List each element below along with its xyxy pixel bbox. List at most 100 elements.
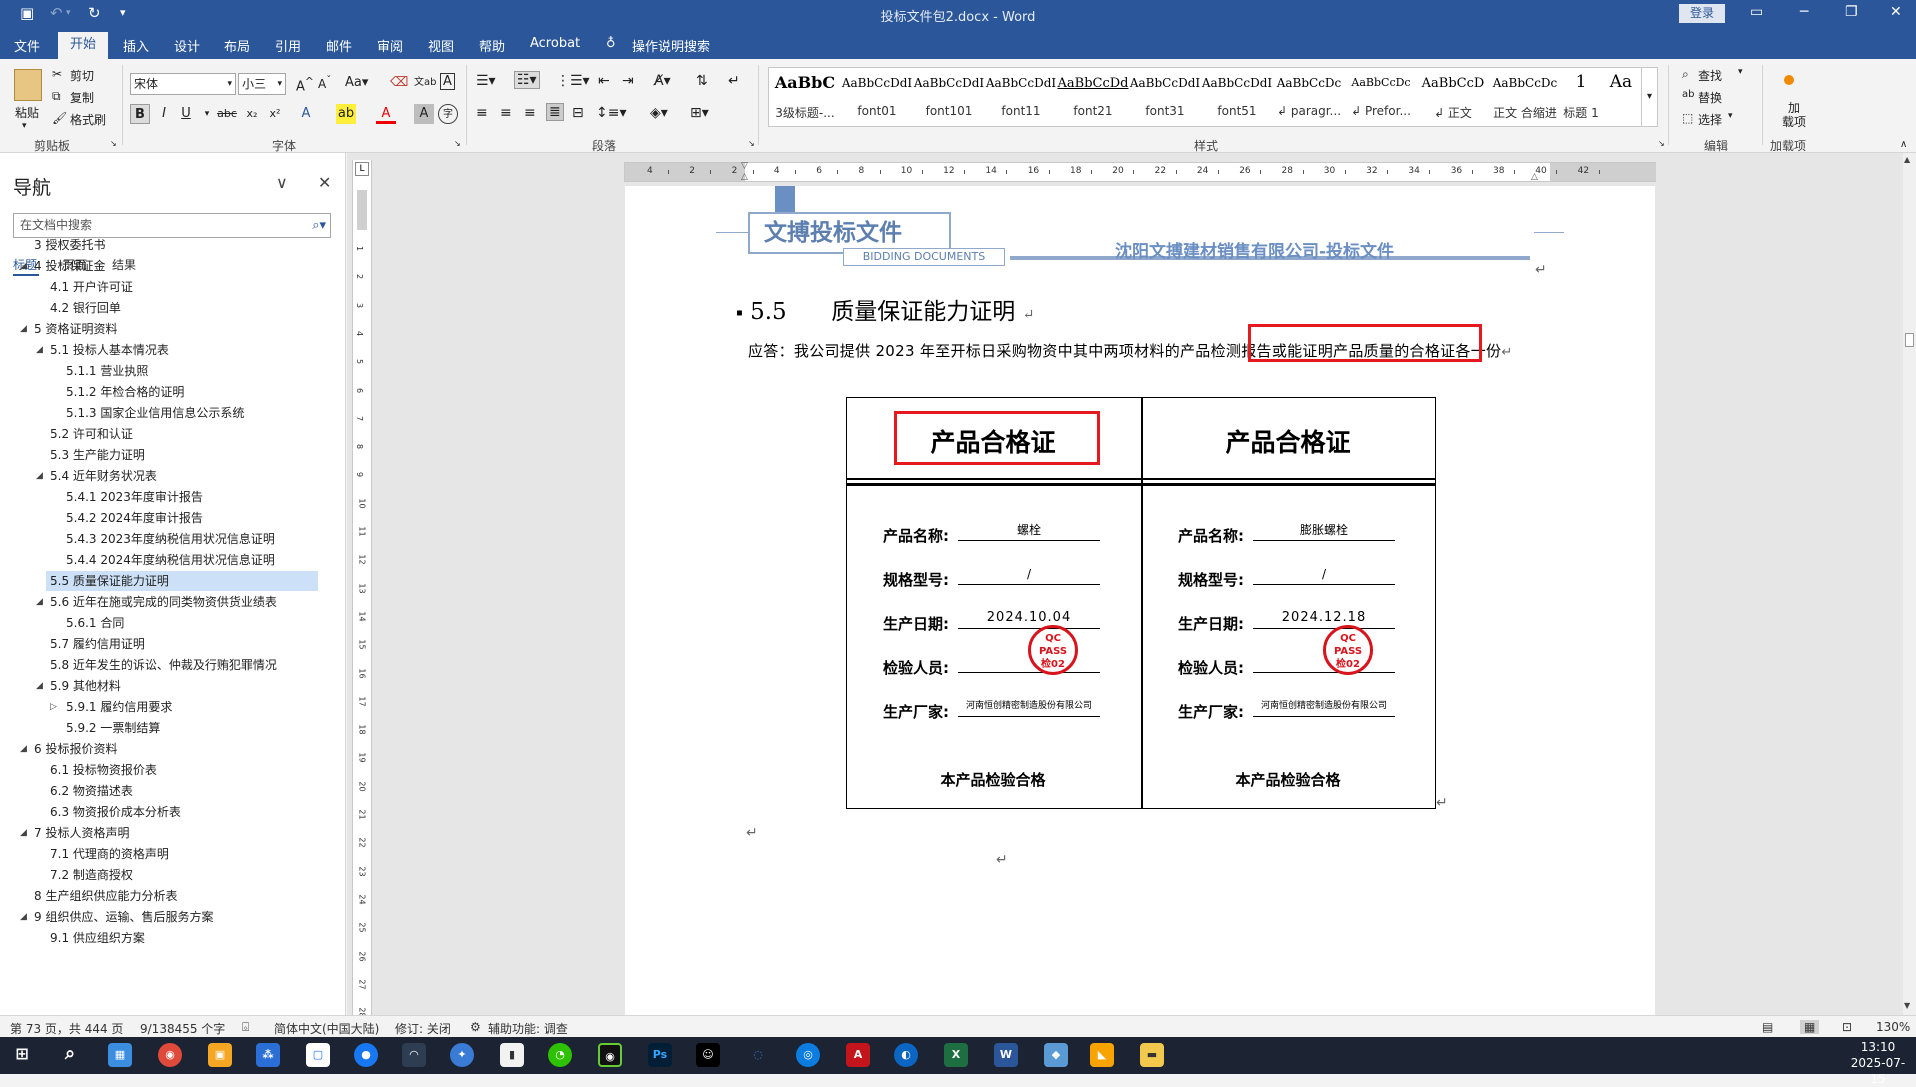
shading-icon[interactable]: ◈▾: [650, 105, 668, 121]
nav-item[interactable]: ◢ 5.6 近年在施或完成的同类物资供货业绩表: [0, 592, 330, 612]
style-item[interactable]: 1 标题 1: [1561, 68, 1601, 126]
align-center-icon[interactable]: ≡: [500, 105, 512, 121]
char-shading-icon[interactable]: A: [414, 104, 434, 124]
bold-button[interactable]: B: [130, 104, 150, 124]
zoom-level[interactable]: 130%: [1876, 1020, 1910, 1034]
line-spacing-icon[interactable]: ↕≡▾: [596, 105, 627, 121]
wechat-icon[interactable]: ◔: [548, 1043, 572, 1067]
section-heading[interactable]: ▪ 5.5 质量保证能力证明 ↵: [736, 292, 1034, 326]
close-window-icon[interactable]: ✕: [1890, 4, 1902, 20]
nav-item[interactable]: ◢ 5.9 其他材料: [0, 676, 330, 696]
paste-icon[interactable]: [14, 69, 42, 101]
page-count[interactable]: 第 73 页，共 444 页: [10, 1020, 123, 1037]
nav-item[interactable]: 5.1.1 营业执照: [0, 361, 330, 381]
app-icon[interactable]: ◆: [1044, 1043, 1068, 1067]
style-item[interactable]: AaBbCcDdI font101: [913, 68, 985, 126]
subscript-button[interactable]: x₂: [242, 104, 262, 124]
tab-help[interactable]: 帮助: [479, 36, 505, 55]
increase-indent-icon[interactable]: ⇥: [622, 73, 634, 89]
collapse-icon[interactable]: ◢: [36, 340, 43, 360]
nav-item[interactable]: ◢ 5 资格证明资料: [0, 319, 330, 339]
tab-selector-icon[interactable]: L: [355, 162, 369, 176]
bullets-icon[interactable]: ☰▾: [476, 73, 496, 89]
clipboard-launcher-icon[interactable]: ↘: [110, 139, 117, 148]
excel-icon[interactable]: X: [944, 1043, 968, 1067]
font-size-combo[interactable]: 小三 ▾: [238, 73, 286, 95]
nav-item[interactable]: 5.2 许可和认证: [0, 424, 330, 444]
grow-font-icon[interactable]: A^: [296, 75, 314, 94]
app-icon[interactable]: ⁂: [256, 1043, 280, 1067]
char-border-icon[interactable]: A: [440, 73, 455, 90]
underline-button[interactable]: U: [176, 104, 196, 124]
style-item[interactable]: AaBbCcDc ↲ Prefor...: [1345, 68, 1417, 126]
app-icon[interactable]: ▮: [500, 1043, 524, 1067]
proofing-icon[interactable]: ⌺: [242, 1020, 249, 1035]
collapse-icon[interactable]: ◢: [36, 592, 43, 612]
photos-icon[interactable]: ▣: [208, 1043, 232, 1067]
style-item[interactable]: AaBbCcDdI font51: [1201, 68, 1273, 126]
style-item[interactable]: Aa: [1603, 68, 1639, 126]
nav-item[interactable]: 5.8 近年发生的诉讼、仲裁及行贿犯罪情况: [0, 655, 330, 675]
nav-item[interactable]: ◢ 9 组织供应、运输、售后服务方案: [0, 907, 330, 927]
tab-mailings[interactable]: 邮件: [326, 36, 352, 55]
web-layout-icon[interactable]: ⊡: [1842, 1020, 1852, 1034]
app-icon[interactable]: ▢: [306, 1043, 330, 1067]
nav-item[interactable]: 6.3 物资报价成本分析表: [0, 802, 330, 822]
clear-format-icon[interactable]: ⌫: [390, 75, 408, 90]
nav-item[interactable]: 4.2 银行回单: [0, 298, 330, 318]
collapse-icon[interactable]: ◢: [36, 676, 43, 696]
nav-item[interactable]: 9.1 供应组织方案: [0, 928, 330, 948]
windows-start-icon[interactable]: ⊞: [10, 1043, 34, 1067]
nav-item[interactable]: ▷ 5.9.1 履约信用要求: [0, 697, 330, 717]
style-item[interactable]: AaBbCcDdI font11: [985, 68, 1057, 126]
nav-item[interactable]: 3 授权委托书: [0, 235, 330, 255]
nav-item[interactable]: 5.9.2 一票制结算: [0, 718, 330, 738]
italic-button[interactable]: I: [154, 104, 174, 124]
nav-item[interactable]: 5.6.1 合同: [0, 613, 330, 633]
style-item[interactable]: AaBbCcDdI font31: [1129, 68, 1201, 126]
close-pane-icon[interactable]: ✕: [318, 173, 331, 192]
app-icon[interactable]: ◌: [746, 1043, 770, 1067]
font-color-icon[interactable]: A: [376, 104, 396, 124]
style-item[interactable]: AaBbCcDc ↲ paragr...: [1273, 68, 1345, 126]
scroll-thumb[interactable]: [1905, 333, 1914, 347]
nav-item[interactable]: ◢ 7 投标人资格声明: [0, 823, 330, 843]
app-icon[interactable]: ◠: [402, 1043, 426, 1067]
calculator-icon[interactable]: ▦: [108, 1043, 132, 1067]
nav-item[interactable]: 6.1 投标物资报价表: [0, 760, 330, 780]
select-button[interactable]: 选择: [1698, 111, 1722, 128]
collapse-icon[interactable]: ◢: [20, 823, 27, 843]
app-icon[interactable]: ◎: [796, 1043, 820, 1067]
nav-item[interactable]: 4.1 开户许可证: [0, 277, 330, 297]
distributed-icon[interactable]: ⊟: [572, 105, 584, 121]
app-icon[interactable]: ◣: [1090, 1043, 1114, 1067]
scroll-up-icon[interactable]: ▲: [1904, 155, 1910, 164]
find-button[interactable]: 查找: [1698, 67, 1722, 84]
style-item[interactable]: AaBbCcDd font21: [1057, 68, 1129, 126]
copy-button[interactable]: 复制: [70, 89, 94, 106]
find-dropdown-icon[interactable]: ▾: [1738, 67, 1743, 77]
replace-button[interactable]: 替换: [1698, 89, 1722, 106]
nav-options-icon[interactable]: ∨: [276, 173, 288, 192]
paragraph-launcher-icon[interactable]: ↘: [748, 139, 755, 148]
change-case-icon[interactable]: Aa▾: [345, 75, 368, 90]
nav-item[interactable]: 8 生产组织供应能力分析表: [0, 886, 330, 906]
decrease-indent-icon[interactable]: ⇤: [598, 73, 610, 89]
clock[interactable]: 13:10 2025-07-15: [1845, 1039, 1911, 1087]
nav-item[interactable]: ◢ 4 投标保证金: [0, 256, 330, 276]
style-item[interactable]: AaBbC 3级标题-...: [769, 68, 841, 126]
phonetic-guide-icon[interactable]: 文ab: [414, 73, 436, 88]
shrink-font-icon[interactable]: Aˇ: [318, 75, 331, 91]
borders-icon[interactable]: ⊞▾: [690, 105, 709, 121]
tab-insert[interactable]: 插入: [123, 36, 149, 55]
word-count[interactable]: 9/138455 个字: [140, 1020, 225, 1037]
collapse-icon[interactable]: ◢: [20, 256, 27, 276]
tab-view[interactable]: 视图: [428, 36, 454, 55]
browser-icon[interactable]: ◉: [158, 1043, 182, 1067]
scroll-down-icon[interactable]: ▼: [1904, 1001, 1910, 1010]
style-item[interactable]: AaBbCcD ↲ 正文: [1417, 68, 1489, 126]
acrobat-icon[interactable]: A: [846, 1043, 870, 1067]
login-button[interactable]: 登录: [1679, 4, 1725, 23]
chinese-layout-icon[interactable]: A̸▾: [654, 73, 671, 89]
highlight-icon[interactable]: ab: [336, 104, 356, 124]
